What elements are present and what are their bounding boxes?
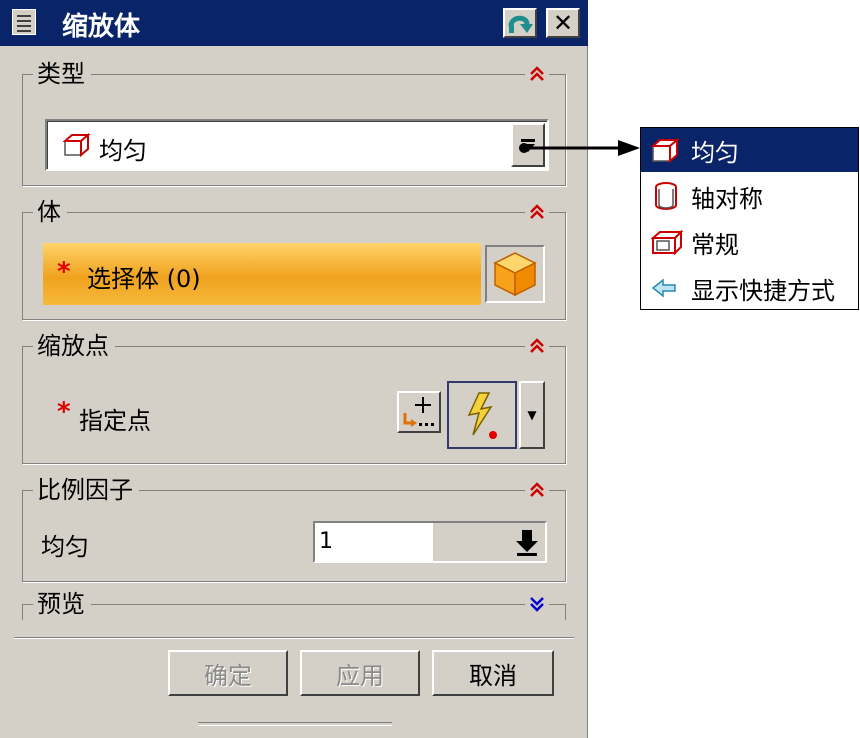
popup-item-label: 常规 — [691, 230, 739, 259]
popup-item-general[interactable]: 常规 — [641, 220, 858, 264]
scale-body-dialog: 缩放体 ✕ 类型 均匀 体 * 选择体 (0) 缩放点 * 指定点 ▼ 比例因子… — [0, 0, 588, 738]
uniform-cube-icon — [651, 137, 685, 163]
chevron-double-up-icon — [530, 66, 544, 81]
specify-point-label: 指定点 — [79, 407, 151, 435]
scale-factor-group: 比例因子 均匀 1 — [22, 475, 566, 582]
point-dialog-button[interactable] — [397, 391, 441, 433]
reset-button[interactable] — [503, 8, 537, 38]
point-constructor-icon — [403, 397, 434, 427]
left-arrow-icon — [651, 277, 685, 299]
callout-arrow — [519, 140, 640, 156]
body-group-label: 体 — [33, 197, 67, 227]
chevron-double-up-icon — [530, 338, 544, 353]
close-icon: ✕ — [552, 9, 574, 37]
dialog-title: 缩放体 — [62, 12, 141, 42]
button-separator — [14, 637, 574, 639]
select-body-label: 选择体 (0) — [87, 265, 201, 293]
orange-cube-icon — [493, 252, 537, 297]
arrow-down-icon — [516, 530, 538, 556]
chevron-double-up-icon — [530, 482, 544, 497]
ok-button[interactable]: 确定 — [168, 650, 288, 696]
preview-group: 预览 — [22, 589, 566, 620]
triangle-down-icon: ▼ — [527, 408, 537, 422]
uniform-cube-icon — [62, 132, 91, 161]
popup-item-label: 显示快捷方式 — [691, 276, 835, 305]
body-group: 体 * 选择体 (0) — [22, 197, 566, 320]
title-bar: 缩放体 ✕ — [0, 0, 588, 46]
popup-item-axisymmetric[interactable]: 轴对称 — [641, 174, 858, 218]
factor-options-button[interactable] — [511, 525, 543, 559]
cylinder-icon — [651, 181, 685, 211]
apply-button[interactable]: 应用 — [300, 650, 420, 696]
type-group: 类型 均匀 — [22, 59, 566, 186]
type-dropdown-value: 均匀 — [99, 137, 147, 165]
required-mark: * — [57, 397, 71, 427]
popup-item-label: 轴对称 — [691, 184, 763, 213]
inferred-point-button[interactable] — [447, 381, 517, 449]
inferred-point-icon — [467, 392, 497, 439]
scale-point-group-label: 缩放点 — [33, 331, 115, 361]
cancel-button[interactable]: 取消 — [432, 650, 554, 696]
point-collapse-button[interactable] — [525, 336, 549, 356]
popup-item-uniform[interactable]: 均匀 — [641, 128, 858, 172]
type-options-popup: 均匀 轴对称 常规 显示快捷方式 — [640, 127, 859, 310]
body-collapse-button[interactable] — [525, 202, 549, 222]
reset-arrow-icon — [508, 15, 533, 33]
type-dropdown[interactable]: 均匀 — [45, 119, 549, 171]
scale-factor-group-label: 比例因子 — [33, 475, 139, 505]
popup-item-label: 均匀 — [691, 138, 739, 167]
preview-group-label: 预览 — [33, 589, 91, 619]
type-collapse-button[interactable] — [525, 64, 549, 84]
uniform-factor-value[interactable]: 1 — [315, 523, 433, 561]
resize-grip[interactable] — [198, 722, 392, 726]
uniform-factor-input[interactable]: 1 — [313, 521, 547, 563]
point-type-dropdown[interactable]: ▼ — [519, 381, 545, 449]
scale-point-group: 缩放点 * 指定点 ▼ — [22, 331, 566, 464]
select-body-button[interactable] — [485, 245, 545, 303]
menu-icon[interactable] — [12, 9, 36, 35]
uniform-factor-label: 均匀 — [41, 533, 89, 561]
factor-collapse-button[interactable] — [525, 480, 549, 500]
type-group-label: 类型 — [33, 59, 91, 89]
preview-expand-button[interactable] — [525, 594, 549, 614]
general-cube-icon — [651, 229, 685, 255]
required-mark: * — [57, 257, 71, 287]
chevron-double-up-icon — [530, 204, 544, 219]
popup-item-show-shortcuts[interactable]: 显示快捷方式 — [641, 266, 858, 310]
select-body-field[interactable]: * 选择体 (0) — [43, 243, 481, 305]
close-button[interactable]: ✕ — [546, 8, 580, 38]
chevron-double-down-icon — [530, 597, 544, 612]
